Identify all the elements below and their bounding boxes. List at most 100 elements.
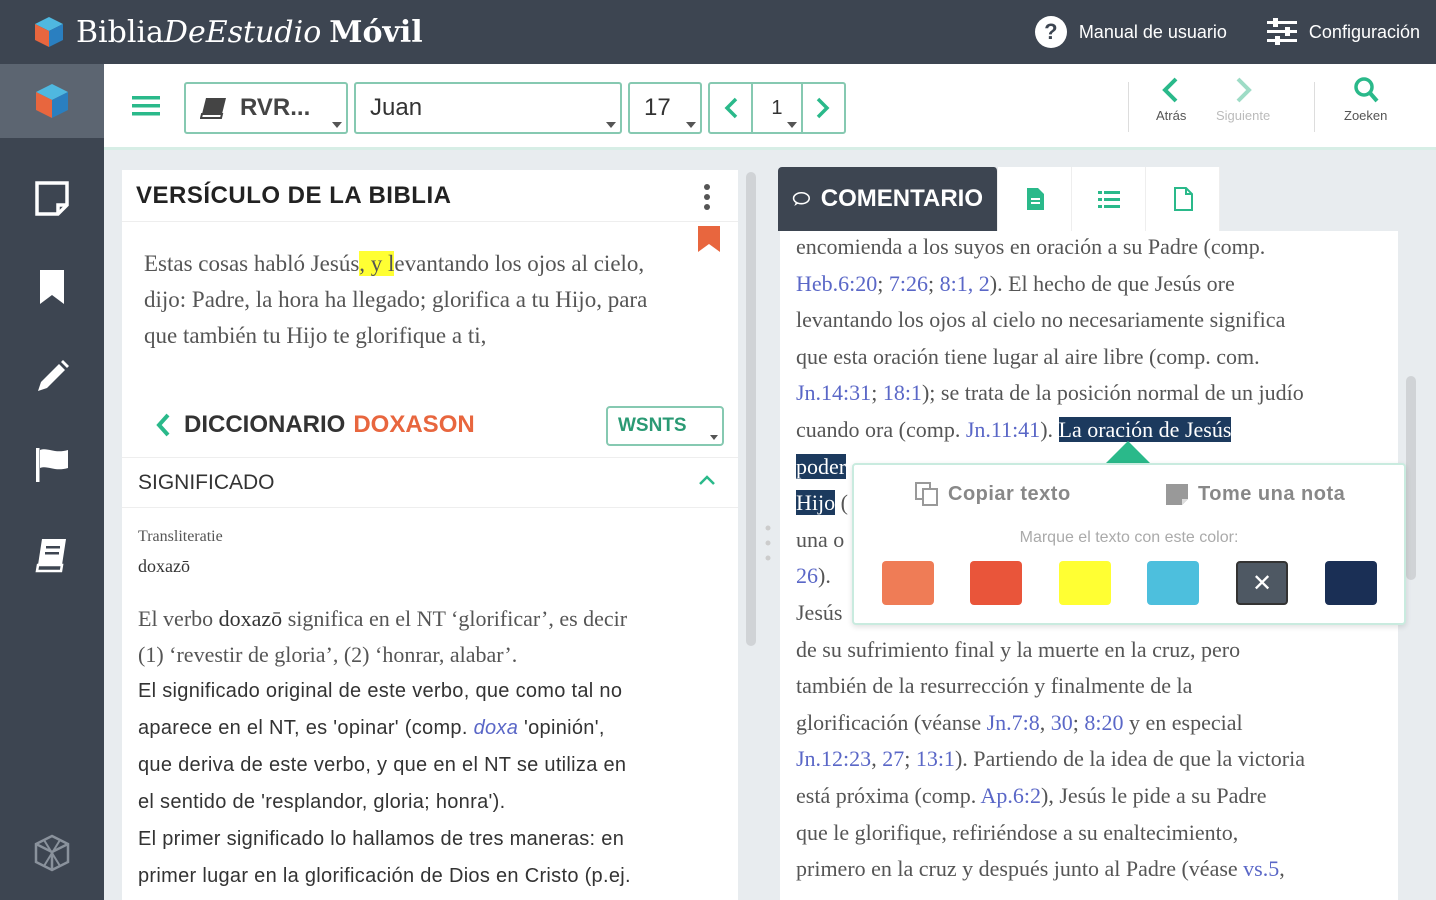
tab-page[interactable] [1146,167,1220,231]
more-options-icon[interactable] [704,184,710,210]
take-note-button[interactable]: Tome una nota [1164,481,1345,507]
verse-select[interactable]: 1 [753,84,800,132]
reference-link[interactable]: 30 [1051,710,1073,735]
chapter-select[interactable]: 17 [628,82,702,134]
version-label: RVR... [240,94,311,121]
rail-home[interactable] [0,64,104,138]
reference-link[interactable]: Jn.14:31 [796,380,871,405]
transliteration-value: doxazō [138,556,190,576]
right-scrollbar[interactable] [1406,376,1416,580]
verse-navigator: 1 [708,82,846,134]
version-select[interactable]: RVR... [184,82,348,134]
settings-button[interactable]: Configuración [1265,17,1420,47]
search-button[interactable]: Zoeken [1344,76,1387,123]
color-swatch-blue[interactable] [1147,561,1199,605]
close-icon: ✕ [1251,569,1273,597]
color-swatch-yellow[interactable] [1059,561,1111,605]
rail-about[interactable] [0,816,104,890]
dictionary-header: DICCIONARIO DOXASON WSNTS [122,392,738,458]
next-label: Siguiente [1216,108,1271,123]
previous-verse-button[interactable] [710,84,754,132]
forward-arrow-icon [1236,77,1252,103]
doxa-link[interactable]: doxa [474,717,519,739]
color-swatch-navy[interactable] [1325,561,1377,605]
menu-icon[interactable] [132,94,160,118]
selected-text[interactable]: La oración de Jesús [1058,416,1232,442]
verse-panel-header: VERSÍCULO DE LA BIBLIA [122,170,738,222]
speech-bubble-icon [792,191,810,207]
search-icon [1353,77,1379,103]
resize-handle[interactable] [765,524,771,562]
tab-commentary[interactable]: COMENTARIO [778,167,998,231]
reference-link[interactable]: 27 [882,746,904,771]
pencil-icon [38,360,69,391]
tab-list[interactable] [1072,167,1146,231]
help-icon: ? [1034,16,1067,48]
bible-icon [200,98,226,119]
reference-link[interactable]: 7:26 [889,271,928,296]
book-label: Juan [370,94,423,121]
user-manual-button[interactable]: ? Manual de usuario [1034,16,1227,48]
settings-label: Configuración [1308,21,1420,42]
definition-summary: El verbo doxazō significa en el NT ‘glor… [138,606,628,667]
app-title: BibliaDeEstudio Móvil [76,14,423,50]
history-back-button[interactable]: Atrás [1156,76,1186,123]
document-filled-icon [1026,188,1044,210]
outline-cube-icon [34,834,70,872]
note-icon [1166,484,1188,505]
verse-label: 1 [771,96,783,119]
dictionary-word: DOXASON [353,410,475,438]
chevron-up-icon [699,475,715,485]
tab-commentary-label: COMENTARIO [820,185,983,212]
rail-highlights[interactable] [0,340,104,414]
commentary-tabs: COMENTARIO [778,167,1220,231]
reference-link[interactable]: Jn.11:41 [966,417,1040,442]
left-scrollbar[interactable] [746,172,756,646]
reference-link[interactable]: Jn.12:23 [796,746,871,771]
definition-detail: El significado original de este verbo, q… [138,680,631,887]
history-next-button[interactable]: Siguiente [1216,76,1270,123]
reference-link[interactable]: Jn.7:8 [987,710,1040,735]
rail-library[interactable] [0,518,104,592]
reference-link[interactable]: Heb.6:20 [796,271,877,296]
rail-flags[interactable] [0,428,104,502]
book-select[interactable]: Juan [354,82,622,134]
chevron-left-icon [724,97,737,119]
copy-icon [915,482,938,506]
dictionary-source-select[interactable]: WSNTS [606,406,724,446]
bookmark-flag-icon [698,226,720,252]
color-swatch-red[interactable] [970,561,1022,605]
list-icon [1097,191,1120,208]
clear-color-button[interactable]: ✕ [1236,561,1288,605]
reference-link[interactable]: 18:1 [883,380,922,405]
reference-link[interactable]: 8:20 [1084,710,1123,735]
rail-bookmarks[interactable] [0,250,104,324]
user-manual-label: Manual de usuario [1078,21,1227,42]
chevron-left-icon[interactable] [154,412,172,438]
cube-icon [36,84,68,118]
dictionary-label: DICCIONARIO [184,410,346,438]
reference-link[interactable]: 8:1, 2 [940,271,990,296]
tab-document[interactable] [998,167,1072,231]
reference-link[interactable]: Ap.6:2 [981,783,1042,808]
sliders-icon [1266,18,1297,45]
navigation-toolbar: RVR... Juan 17 1 Atrás Siguiente Zoeken [104,64,1436,150]
reference-link[interactable]: vs.5 [1243,856,1279,881]
page-outline-icon [1173,187,1193,211]
bookmark-icon [40,270,64,304]
next-verse-button[interactable] [800,84,844,132]
rail-notes[interactable] [0,162,104,236]
reference-link[interactable]: 26 [796,563,818,588]
selected-text[interactable]: poder [796,453,847,479]
selected-text[interactable]: Hijo [796,490,836,516]
back-arrow-icon [1162,77,1178,103]
color-swatch-orange[interactable] [882,561,934,605]
logo-cube-icon [35,17,63,47]
selection-popup: Copiar texto Tome una nota Marque el tex… [852,463,1406,625]
copy-text-button[interactable]: Copiar texto [914,481,1071,507]
meaning-section-header[interactable]: SIGNIFICADO [122,458,738,508]
search-label: Zoeken [1344,108,1388,123]
reference-link[interactable]: 13:1 [916,746,955,771]
verse-text[interactable]: Estas cosas habló Jesús, y levantando lo… [122,222,738,392]
verse-panel-title: VERSÍCULO DE LA BIBLIA [136,181,452,209]
